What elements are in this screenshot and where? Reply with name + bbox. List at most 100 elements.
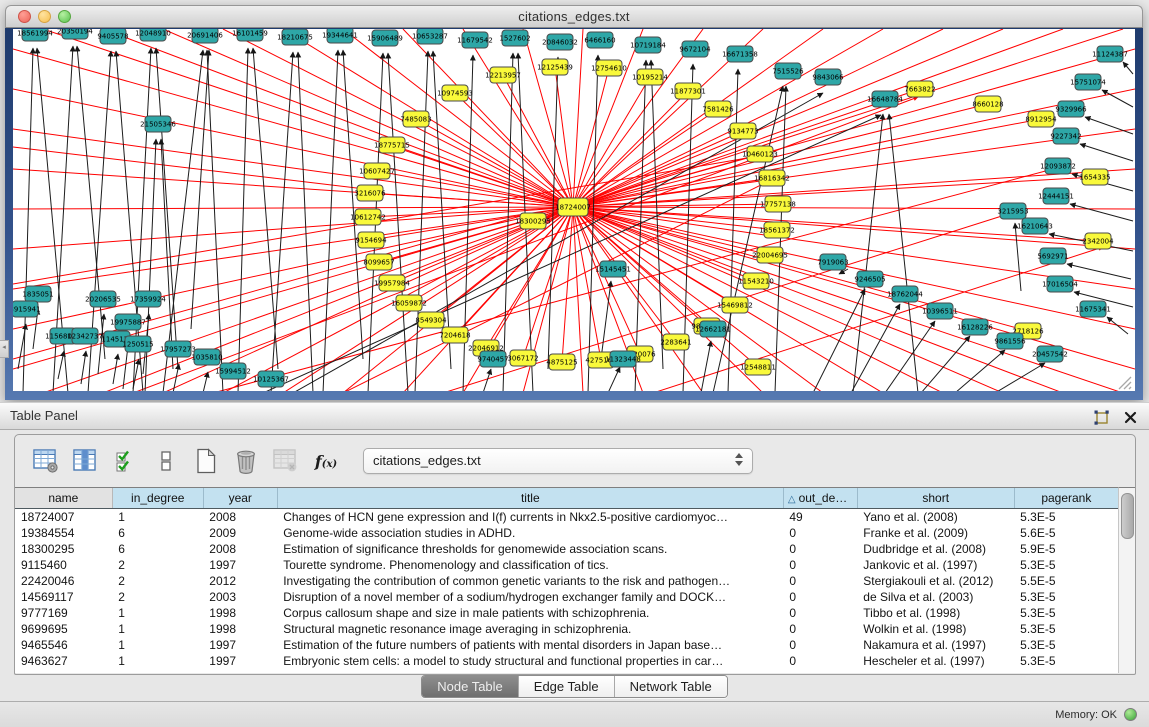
network-node[interactable]: 20206535 xyxy=(85,291,121,307)
cell-in_degree[interactable]: 2 xyxy=(112,589,203,605)
minimize-window-button[interactable] xyxy=(38,10,51,23)
cell-name[interactable]: 14569117 xyxy=(15,589,112,605)
network-node[interactable]: 21505346 xyxy=(140,116,176,132)
network-node[interactable]: 9154694 xyxy=(355,232,387,248)
cell-name[interactable]: 9115460 xyxy=(15,557,112,573)
network-node[interactable]: 11323448 xyxy=(605,351,641,367)
cell-year[interactable]: 2012 xyxy=(203,573,277,589)
cell-short[interactable]: Hescheler et al. (1997) xyxy=(857,653,1014,669)
table-row[interactable]: 1830029562008Estimation of significance … xyxy=(15,541,1119,557)
network-node[interactable]: 10460123 xyxy=(742,146,778,162)
column-header-title[interactable]: title xyxy=(277,488,783,509)
network-node[interactable]: 16128226 xyxy=(957,319,993,335)
table-row[interactable]: 911546021997Tourette syndrome. Phenomeno… xyxy=(15,557,1119,573)
network-node[interactable]: 7204618 xyxy=(439,327,470,343)
cell-year[interactable]: 2009 xyxy=(203,525,277,541)
network-node[interactable]: 19957984 xyxy=(374,275,410,291)
column-header-in_degree[interactable]: in_degree xyxy=(112,488,203,509)
network-node[interactable]: 2283641 xyxy=(660,334,691,350)
network-node[interactable]: 19344641 xyxy=(322,29,358,43)
network-node[interactable]: 1527602 xyxy=(499,30,530,46)
cell-in_degree[interactable]: 6 xyxy=(112,541,203,557)
cell-year[interactable]: 2008 xyxy=(203,509,277,526)
cell-name[interactable]: 9699695 xyxy=(15,621,112,637)
network-node[interactable]: 12342737 xyxy=(67,328,103,344)
cell-out_de[interactable]: 0 xyxy=(783,557,857,573)
table-row[interactable]: 1872400712008Changes of HCN gene express… xyxy=(15,509,1119,526)
cell-title[interactable]: Investigating the contribution of common… xyxy=(277,573,783,589)
network-node[interactable]: 9740457 xyxy=(477,351,508,367)
network-node[interactable]: 16101459 xyxy=(232,29,268,41)
network-node[interactable]: 18300295 xyxy=(515,213,551,229)
network-node[interactable]: 18762044 xyxy=(887,286,923,302)
cell-short[interactable]: Franke et al. (2009) xyxy=(857,525,1014,541)
table-mode-settings-icon[interactable] xyxy=(29,445,63,477)
network-node[interactable]: 3067172 xyxy=(507,350,538,366)
network-node[interactable]: 7663822 xyxy=(904,81,935,97)
cell-short[interactable]: de Silva et al. (2003) xyxy=(857,589,1014,605)
network-hub-node[interactable]: 18724007 xyxy=(555,198,591,216)
close-panel-icon[interactable] xyxy=(1124,411,1137,424)
cell-title[interactable]: Structural magnetic resonance image aver… xyxy=(277,621,783,637)
close-window-button[interactable] xyxy=(18,10,31,23)
network-node[interactable]: 9134773 xyxy=(727,123,758,139)
network-node[interactable]: 12125439 xyxy=(537,59,573,75)
table-row[interactable]: 977716911998Corpus callosum shape and si… xyxy=(15,605,1119,621)
network-node[interactable]: 9861556 xyxy=(994,333,1026,349)
cell-name[interactable]: 9777169 xyxy=(15,605,112,621)
network-node[interactable]: 3215953 xyxy=(997,203,1028,219)
cell-pagerank[interactable]: 5.6E-5 xyxy=(1014,525,1118,541)
cell-pagerank[interactable]: 5.3E-5 xyxy=(1014,589,1118,605)
network-node[interactable]: 15751074 xyxy=(1070,74,1106,90)
cell-year[interactable]: 1998 xyxy=(203,605,277,621)
cell-in_degree[interactable]: 1 xyxy=(112,509,203,526)
cell-title[interactable]: Embryonic stem cells: a model to study s… xyxy=(277,653,783,669)
table-row[interactable]: 1938455462009Genome-wide association stu… xyxy=(15,525,1119,541)
cell-year[interactable]: 1998 xyxy=(203,621,277,637)
network-node[interactable]: 16648784 xyxy=(867,91,903,107)
cell-short[interactable]: Tibbo et al. (1998) xyxy=(857,605,1014,621)
network-node[interactable]: 19975887 xyxy=(110,314,146,330)
network-node[interactable]: 15906489 xyxy=(367,30,403,46)
row-height-icon[interactable] xyxy=(149,445,183,477)
network-node[interactable]: 12444151 xyxy=(1038,188,1074,204)
cell-pagerank[interactable]: 5.3E-5 xyxy=(1014,605,1118,621)
cell-short[interactable]: Stergiakouli et al. (2012) xyxy=(857,573,1014,589)
network-node[interactable]: 22004695 xyxy=(752,247,788,263)
cell-title[interactable]: Estimation of the future numbers of pati… xyxy=(277,637,783,653)
zoom-window-button[interactable] xyxy=(58,10,71,23)
cell-title[interactable]: Tourette syndrome. Phenomenology and cla… xyxy=(277,557,783,573)
column-header-pagerank[interactable]: pagerank xyxy=(1014,488,1118,509)
network-node[interactable]: 10719184 xyxy=(630,37,666,53)
table-row[interactable]: 969969511998Structural magnetic resonanc… xyxy=(15,621,1119,637)
column-visibility-icon[interactable] xyxy=(69,445,103,477)
network-node[interactable]: 17359924 xyxy=(130,291,166,307)
network-node[interactable]: 17016504 xyxy=(1042,276,1078,292)
tab-edge-table[interactable]: Edge Table xyxy=(519,676,615,697)
network-node[interactable]: 10195214 xyxy=(632,69,668,85)
new-column-icon[interactable] xyxy=(189,445,223,477)
resize-grip-icon[interactable] xyxy=(1119,377,1131,389)
column-header-out_de[interactable]: △out_de… xyxy=(783,488,857,509)
cell-short[interactable]: Nakamura et al. (1997) xyxy=(857,637,1014,653)
network-node[interactable]: 10125367 xyxy=(253,371,289,387)
column-header-name[interactable]: name xyxy=(15,488,112,509)
cell-year[interactable]: 1997 xyxy=(203,637,277,653)
cell-out_de[interactable]: 0 xyxy=(783,653,857,669)
table-scrollbar[interactable] xyxy=(1118,487,1135,673)
network-node[interactable]: 8912954 xyxy=(1025,111,1057,127)
network-node[interactable]: 9329966 xyxy=(1055,101,1087,117)
tab-network-table[interactable]: Network Table xyxy=(615,676,727,697)
network-node[interactable]: 17757138 xyxy=(760,196,796,212)
cell-title[interactable]: Estimation of significance thresholds fo… xyxy=(277,541,783,557)
network-node[interactable]: 16210643 xyxy=(1017,218,1053,234)
table-row[interactable]: 1456911722003Disruption of a novel membe… xyxy=(15,589,1119,605)
network-node[interactable]: 12662181 xyxy=(695,321,731,337)
network-node[interactable]: 7919063 xyxy=(817,254,848,270)
network-node[interactable]: 9227342 xyxy=(1050,128,1081,144)
cell-in_degree[interactable]: 6 xyxy=(112,525,203,541)
cell-pagerank[interactable]: 5.3E-5 xyxy=(1014,637,1118,653)
table-row[interactable]: 946554611997Estimation of the future num… xyxy=(15,637,1119,653)
float-panel-icon[interactable] xyxy=(1093,409,1110,426)
cell-name[interactable]: 18724007 xyxy=(15,509,112,526)
